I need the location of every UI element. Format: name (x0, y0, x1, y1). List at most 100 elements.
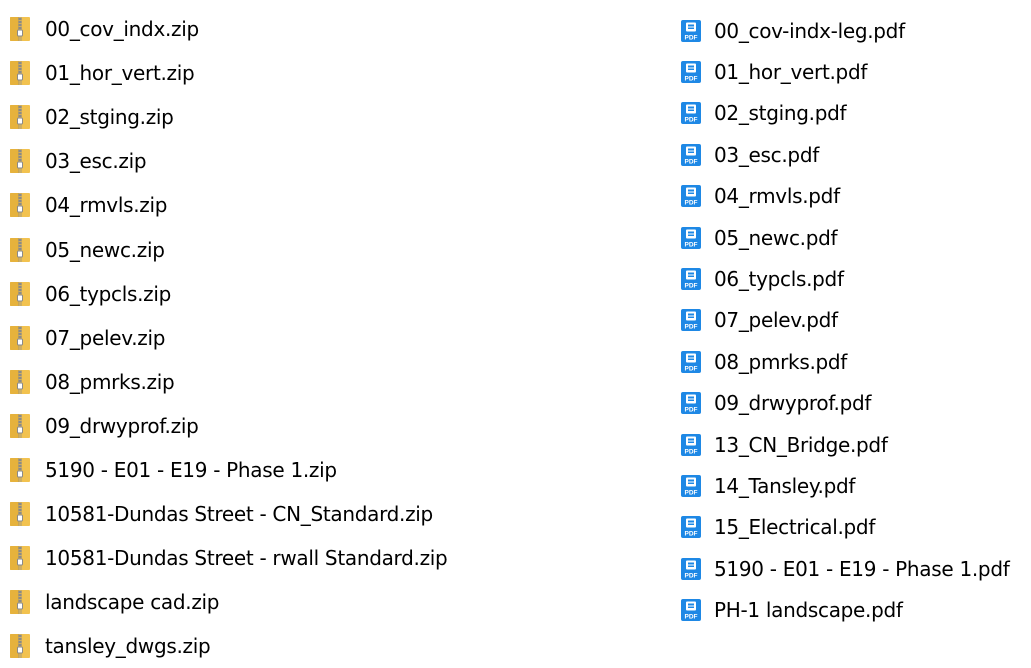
svg-text:PDF: PDF (685, 614, 698, 621)
zip-file-item[interactable]: 02_stging.zip (8, 95, 447, 139)
file-name: 05_newc.zip (45, 237, 165, 262)
pdf-file-item[interactable]: PDF 01_hor_vert.pdf (680, 51, 1009, 92)
file-name: tansley_dwgs.zip (45, 634, 211, 659)
pdf-file-icon: PDF (680, 226, 702, 250)
pdf-file-icon: PDF (680, 474, 702, 498)
zip-folder-icon (8, 148, 32, 174)
pdf-file-item[interactable]: PDF 06_typcls.pdf (680, 258, 1009, 299)
pdf-file-item[interactable]: PDF 13_CN_Bridge.pdf (680, 424, 1009, 465)
file-name: 5190 - E01 - E19 - Phase 1.pdf (714, 556, 1010, 581)
pdf-file-icon: PDF (680, 19, 702, 43)
svg-text:PDF: PDF (685, 531, 698, 538)
zip-folder-icon (8, 501, 32, 527)
file-name: 09_drwyprof.pdf (714, 391, 872, 416)
pdf-file-icon: PDF (680, 308, 702, 332)
svg-text:PDF: PDF (685, 200, 698, 207)
zip-file-item[interactable]: landscape cad.zip (8, 580, 447, 624)
file-name: 06_typcls.pdf (714, 267, 844, 292)
file-name: 15_Electrical.pdf (714, 515, 876, 540)
pdf-file-icon: PDF (680, 143, 702, 167)
zip-folder-icon (8, 237, 32, 263)
pdf-file-icon: PDF (680, 267, 702, 291)
pdf-file-icon: PDF (680, 184, 702, 208)
zip-file-item[interactable]: 09_drwyprof.zip (8, 404, 447, 448)
file-name: 13_CN_Bridge.pdf (714, 432, 888, 457)
zip-file-item[interactable]: 08_pmrks.zip (8, 360, 447, 404)
zip-file-item[interactable]: 5190 - E01 - E19 - Phase 1.zip (8, 448, 447, 492)
file-name: PH-1 landscape.pdf (714, 598, 903, 623)
svg-text:PDF: PDF (685, 283, 698, 290)
svg-text:PDF: PDF (685, 572, 698, 579)
file-name: 00_cov-indx-leg.pdf (714, 18, 905, 43)
zip-folder-icon (8, 16, 32, 42)
file-name: 03_esc.zip (45, 149, 147, 174)
zip-file-item[interactable]: 05_newc.zip (8, 227, 447, 271)
file-name: 10581-Dundas Street - rwall Standard.zip (45, 546, 448, 571)
zip-folder-icon (8, 60, 32, 86)
pdf-file-item[interactable]: PDF 05_newc.pdf (680, 217, 1009, 258)
zip-folder-icon (8, 413, 32, 439)
zip-folder-icon (8, 281, 32, 307)
zip-file-item[interactable]: 04_rmvls.zip (8, 183, 447, 227)
pdf-file-item[interactable]: PDF 00_cov-indx-leg.pdf (680, 10, 1009, 51)
file-name: 02_stging.pdf (714, 101, 847, 126)
svg-text:PDF: PDF (685, 365, 698, 372)
pdf-file-item[interactable]: PDF 02_stging.pdf (680, 93, 1009, 134)
zip-file-item[interactable]: 01_hor_vert.zip (8, 51, 447, 95)
pdf-file-icon: PDF (680, 598, 702, 622)
zip-folder-icon (8, 457, 32, 483)
file-name: 01_hor_vert.pdf (714, 60, 868, 85)
pdf-file-icon: PDF (680, 60, 702, 84)
pdf-file-list: PDF 00_cov-indx-leg.pdf PDF 01_hor_vert.… (680, 10, 1010, 631)
pdf-file-item[interactable]: PDF 07_pelev.pdf (680, 300, 1009, 341)
pdf-file-icon: PDF (680, 350, 702, 374)
svg-text:PDF: PDF (685, 117, 698, 124)
file-name: 08_pmrks.pdf (714, 349, 848, 374)
pdf-file-item[interactable]: PDF 08_pmrks.pdf (680, 341, 1009, 382)
zip-file-item[interactable]: 06_typcls.zip (8, 272, 447, 316)
zip-file-item[interactable]: tansley_dwgs.zip (8, 624, 447, 668)
svg-text:PDF: PDF (685, 241, 698, 248)
pdf-file-icon: PDF (680, 391, 702, 415)
pdf-file-icon: PDF (680, 515, 702, 539)
file-name: 00_cov_indx.zip (45, 17, 199, 42)
pdf-file-icon: PDF (680, 101, 702, 125)
file-name: 07_pelev.pdf (714, 308, 838, 333)
pdf-file-item[interactable]: PDF 04_rmvls.pdf (680, 176, 1009, 217)
file-name: 04_rmvls.pdf (714, 184, 840, 209)
pdf-file-item[interactable]: PDF 15_Electrical.pdf (680, 507, 1009, 548)
pdf-file-item[interactable]: PDF PH-1 landscape.pdf (680, 589, 1009, 630)
pdf-file-item[interactable]: PDF 09_drwyprof.pdf (680, 383, 1009, 424)
pdf-file-icon: PDF (680, 433, 702, 457)
file-name: 01_hor_vert.zip (45, 61, 195, 86)
zip-folder-icon (8, 633, 32, 659)
pdf-file-item[interactable]: PDF 03_esc.pdf (680, 134, 1009, 175)
svg-text:PDF: PDF (685, 489, 698, 496)
zip-folder-icon (8, 589, 32, 615)
svg-text:PDF: PDF (685, 448, 698, 455)
pdf-file-item[interactable]: PDF 5190 - E01 - E19 - Phase 1.pdf (680, 548, 1010, 589)
svg-text:PDF: PDF (685, 158, 698, 165)
file-name: 10581-Dundas Street - CN_Standard.zip (45, 502, 433, 527)
pdf-file-item[interactable]: PDF 14_Tansley.pdf (680, 465, 1009, 506)
zip-file-item[interactable]: 03_esc.zip (8, 139, 447, 183)
zip-file-item[interactable]: 10581-Dundas Street - rwall Standard.zip (8, 536, 448, 580)
svg-text:PDF: PDF (685, 324, 698, 331)
zip-file-item[interactable]: 00_cov_indx.zip (8, 7, 447, 51)
file-name: 14_Tansley.pdf (714, 473, 856, 498)
file-name: landscape cad.zip (45, 590, 220, 615)
zip-file-item[interactable]: 10581-Dundas Street - CN_Standard.zip (8, 492, 447, 536)
file-name: 08_pmrks.zip (45, 369, 175, 394)
file-name: 04_rmvls.zip (45, 193, 168, 218)
file-name: 06_typcls.zip (45, 281, 172, 306)
zip-file-list: 00_cov_indx.zip 01_hor_vert.zip 02_stgin… (8, 7, 448, 668)
file-name: 03_esc.pdf (714, 142, 819, 167)
zip-folder-icon (8, 192, 32, 218)
svg-text:PDF: PDF (685, 407, 698, 414)
file-name: 02_stging.zip (45, 105, 174, 130)
zip-folder-icon (8, 104, 32, 130)
file-name: 09_drwyprof.zip (45, 413, 199, 438)
zip-folder-icon (8, 369, 32, 395)
zip-file-item[interactable]: 07_pelev.zip (8, 316, 447, 360)
svg-text:PDF: PDF (685, 76, 698, 83)
